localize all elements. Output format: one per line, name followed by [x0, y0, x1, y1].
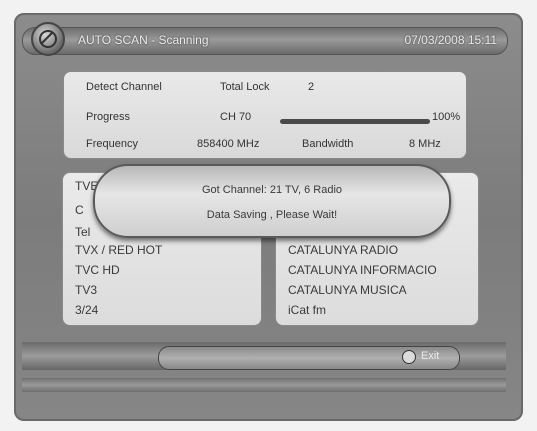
list-item: C — [75, 203, 84, 217]
exit-label: Exit — [421, 350, 440, 362]
list-item: iCat fm — [288, 303, 327, 317]
saving-popup: Got Channel: 21 TV, 6 Radio Data Saving … — [93, 164, 451, 238]
exit-button-icon[interactable] — [402, 350, 416, 364]
frequency-value: 858400 MHz — [197, 138, 260, 150]
list-item: Tel — [75, 225, 91, 239]
satellite-logo-icon — [31, 22, 65, 56]
frequency-label: Frequency — [86, 138, 138, 150]
list-item: 3/24 — [75, 303, 99, 317]
progress-bar — [280, 119, 430, 124]
progress-label: Progress — [86, 111, 131, 123]
page-title: AUTO SCAN - Scanning — [78, 33, 209, 47]
bandwidth-value: 8 MHz — [409, 138, 441, 150]
list-item: TVX / RED HOT — [75, 243, 163, 257]
list-item: TV3 — [75, 283, 98, 297]
list-item: TVC HD — [75, 263, 120, 277]
total-lock-label: Total Lock — [220, 81, 270, 93]
list-item: CATALUNYA INFORMACIO — [288, 263, 437, 277]
datetime-display: 07/03/2008 15:11 — [404, 33, 497, 47]
popup-channel-count: Got Channel: 21 TV, 6 Radio — [201, 184, 343, 196]
footer-strip — [22, 378, 506, 392]
scan-info-panel: Detect Channel Total Lock 2 Progress CH … — [63, 71, 467, 159]
detect-channel-label: Detect Channel — [86, 81, 162, 93]
list-item: CATALUNYA MUSICA — [288, 283, 407, 297]
list-item: CATALUNYA RADIO — [288, 243, 399, 257]
bandwidth-label: Bandwidth — [302, 138, 354, 150]
popup-saving-message: Data Saving , Please Wait! — [206, 209, 338, 221]
total-lock-value: 2 — [308, 81, 315, 93]
progress-bar-fill — [280, 119, 430, 124]
channel-value: CH 70 — [220, 111, 252, 123]
progress-percent: 100% — [432, 111, 461, 123]
